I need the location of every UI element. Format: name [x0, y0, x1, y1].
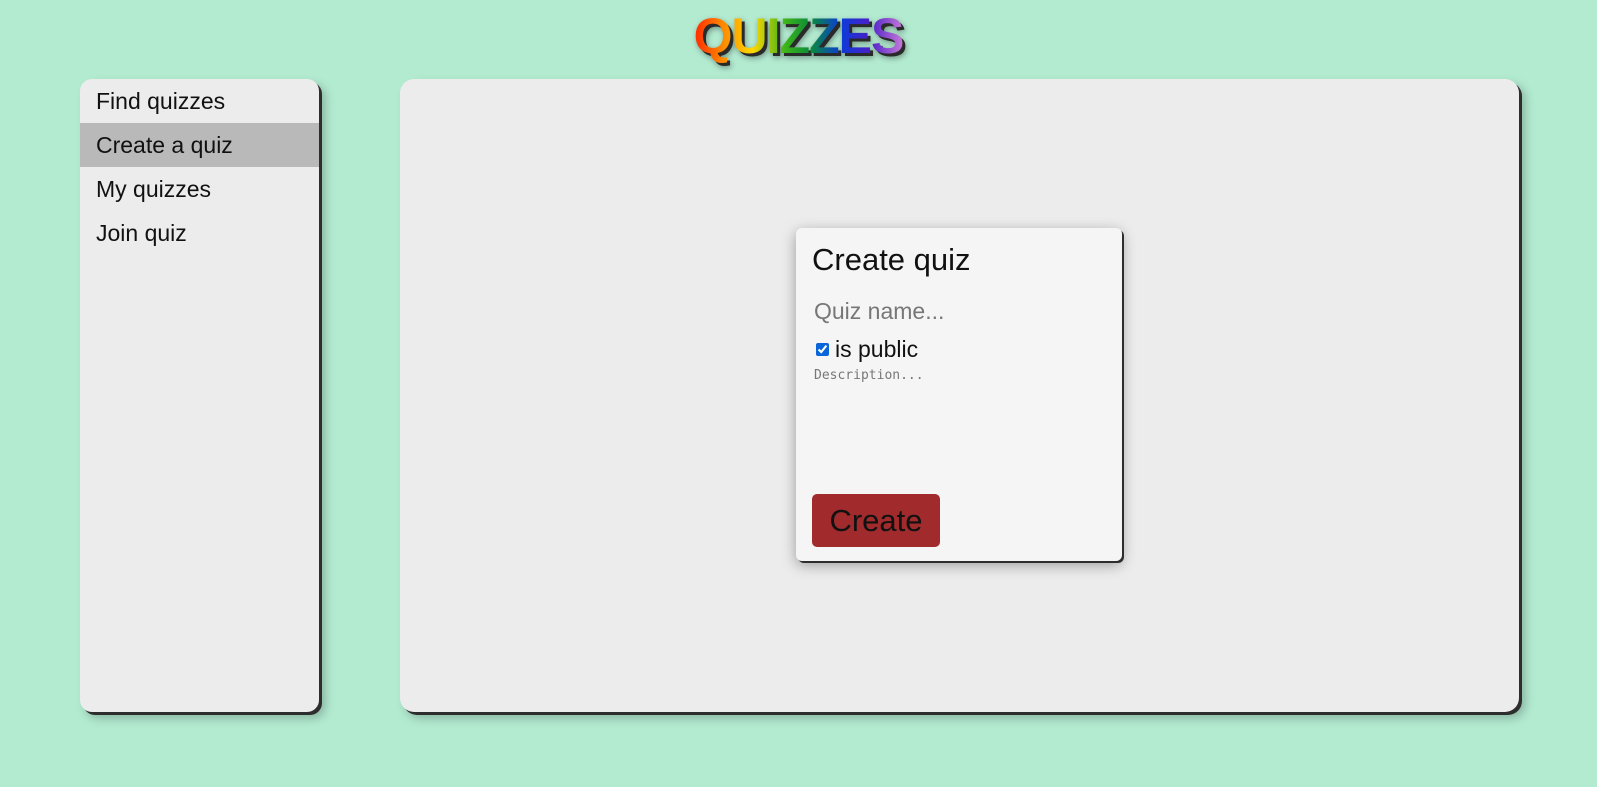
create-quiz-card: Create quiz is public Create [796, 228, 1122, 561]
sidebar-item-find-quizzes[interactable]: Find quizzes [80, 79, 319, 123]
sidebar-item-my-quizzes[interactable]: My quizzes [80, 167, 319, 211]
quiz-name-input[interactable] [812, 294, 1106, 328]
description-textarea[interactable] [812, 368, 1108, 478]
sidebar-item-join-quiz[interactable]: Join quiz [80, 211, 319, 255]
main-panel: Create quiz is public Create [400, 79, 1519, 712]
header: QUIZZES [0, 6, 1597, 66]
is-public-row[interactable]: is public [814, 334, 918, 364]
sidebar: Find quizzes Create a quiz My quizzes Jo… [80, 79, 319, 712]
sidebar-item-create-quiz[interactable]: Create a quiz [80, 123, 319, 167]
app-logo: QUIZZES [693, 8, 905, 64]
create-button[interactable]: Create [812, 494, 940, 547]
is-public-checkbox[interactable] [816, 342, 829, 356]
is-public-label: is public [835, 335, 919, 362]
create-quiz-title: Create quiz [812, 242, 971, 277]
